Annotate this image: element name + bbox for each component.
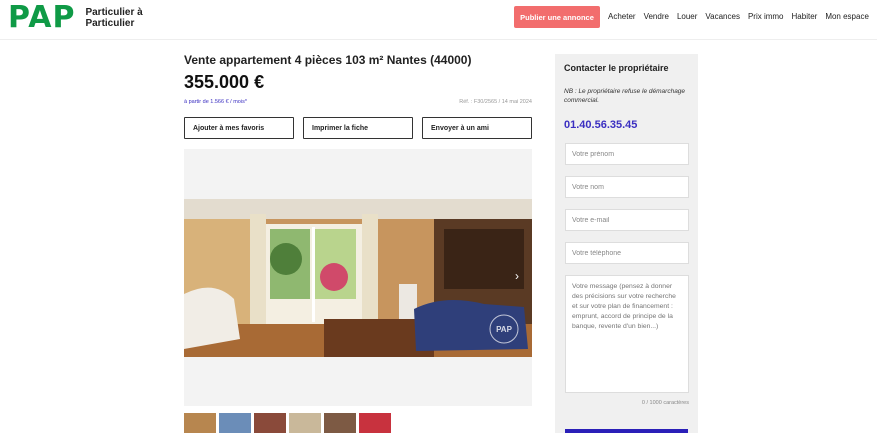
lastname-field[interactable] — [565, 176, 689, 198]
thumbnail-4[interactable] — [289, 413, 321, 433]
thumbnail-2[interactable] — [219, 413, 251, 433]
listing-reference: Réf. : F30/2565 / 14 mai 2024 — [459, 99, 532, 105]
thumbnail-5[interactable] — [324, 413, 356, 433]
nav-acheter[interactable]: Acheter — [608, 12, 636, 21]
listing-actions: Ajouter à mes favoris Imprimer la fiche … — [184, 117, 532, 139]
contact-note: NB : Le propriétaire refuse le démarchag… — [564, 88, 686, 104]
contact-panel: Contacter le propriétaire NB : Le propri… — [555, 54, 698, 433]
chevron-right-icon[interactable]: › — [510, 269, 524, 283]
contact-title: Contacter le propriétaire — [564, 63, 669, 73]
email-field[interactable] — [565, 209, 689, 231]
owner-phone[interactable]: 01.40.56.35.45 — [564, 119, 689, 131]
main-photo[interactable]: PAP — [184, 199, 532, 357]
thumbnail-strip — [184, 413, 391, 433]
add-favorite-button[interactable]: Ajouter à mes favoris — [184, 117, 294, 139]
publish-ad-button[interactable]: Publier une annonce — [514, 6, 600, 28]
logo-tagline: Particulier à Particulier — [85, 7, 143, 29]
main-nav: Acheter Vendre Louer Vacances Prix immo … — [608, 12, 869, 21]
thumbnail-6[interactable] — [359, 413, 391, 433]
nav-prix-immo[interactable]: Prix immo — [748, 12, 784, 21]
print-button[interactable]: Imprimer la fiche — [303, 117, 413, 139]
site-header: PAP Particulier à Particulier Publier un… — [0, 0, 877, 40]
nav-habiter[interactable]: Habiter — [792, 12, 818, 21]
nav-mon-espace[interactable]: Mon espace — [825, 12, 869, 21]
thumbnail-1[interactable] — [184, 413, 216, 433]
photo-gallery[interactable]: PAP › — [184, 149, 532, 406]
phone-field[interactable] — [565, 242, 689, 264]
nav-vendre[interactable]: Vendre — [644, 12, 669, 21]
pap-logo[interactable]: PAP Particulier à Particulier — [8, 2, 145, 34]
logo-mark: PAP — [8, 0, 76, 35]
monthly-payment-link[interactable]: à partir de 1.566 € / mois* — [184, 99, 247, 105]
listing-title: Vente appartement 4 pièces 103 m² Nantes… — [184, 53, 472, 67]
listing-meta: à partir de 1.566 € / mois* Réf. : F30/2… — [184, 99, 532, 105]
nav-louer[interactable]: Louer — [677, 12, 697, 21]
character-counter: 0 / 1000 caractères — [641, 400, 689, 406]
photo-watermark: PAP — [496, 325, 513, 334]
listing-price: 355.000 € — [184, 72, 265, 92]
listing-main: Vente appartement 4 pièces 103 m² Nantes… — [184, 52, 532, 406]
message-field[interactable] — [565, 275, 689, 393]
send-message-button[interactable] — [565, 429, 688, 433]
firstname-field[interactable] — [565, 143, 689, 165]
thumbnail-3[interactable] — [254, 413, 286, 433]
send-friend-button[interactable]: Envoyer à un ami — [422, 117, 532, 139]
nav-vacances[interactable]: Vacances — [705, 12, 740, 21]
